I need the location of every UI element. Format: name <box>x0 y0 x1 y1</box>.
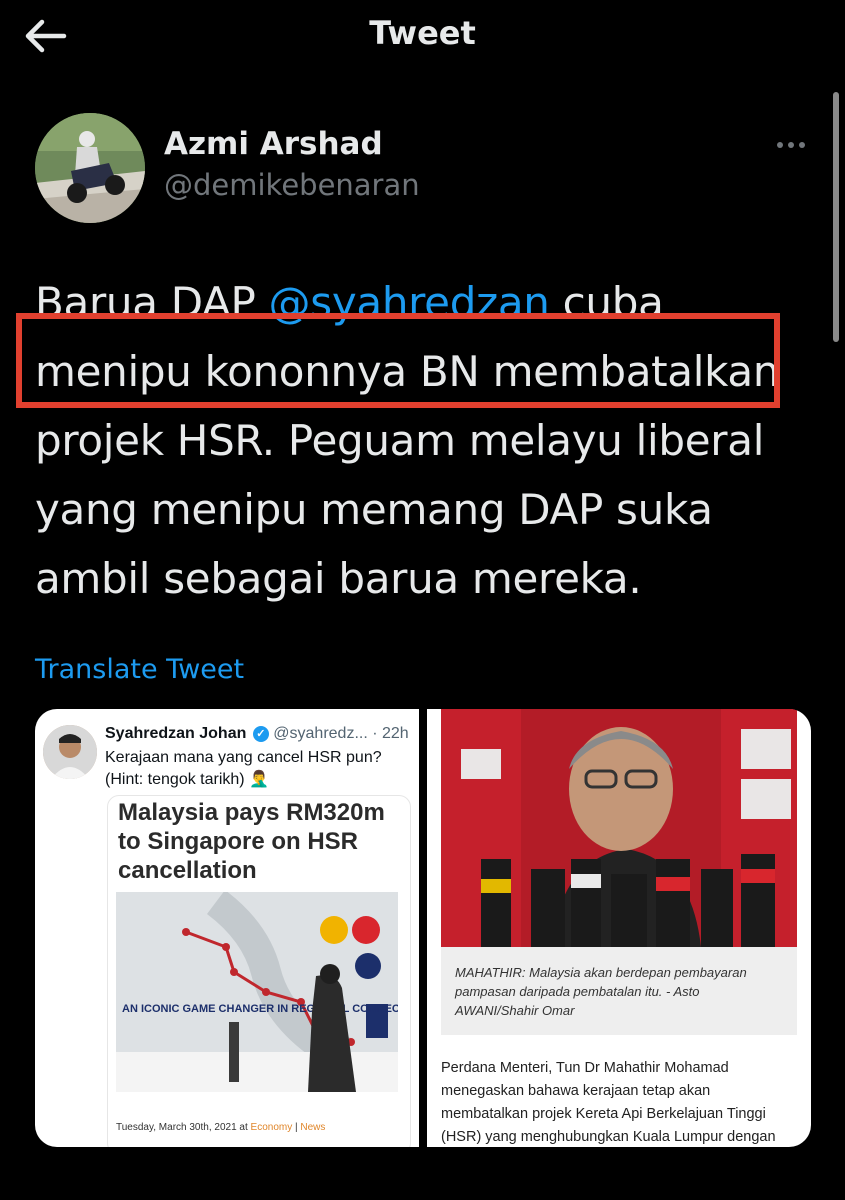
scrollbar[interactable] <box>833 92 839 342</box>
article-category: Economy <box>250 1122 293 1133</box>
page-title: Tweet <box>369 14 476 52</box>
photo-heading: AN ICONIC GAME CHANGER IN REGIONAL CONNE… <box>122 1003 398 1015</box>
highlight-annotation-box <box>16 313 780 408</box>
article-photo: AN ICONIC GAME CHANGER IN REGIONAL CONNE… <box>116 892 398 1092</box>
tweet-line-5: ambil sebagai barua mereka. <box>35 554 642 603</box>
more-options-icon[interactable] <box>772 130 812 160</box>
author-handle[interactable]: @demikebenaran <box>164 168 420 202</box>
avatar-photo <box>35 113 145 223</box>
article-card: Malaysia pays RM320m to Singapore on HSR… <box>107 795 411 1147</box>
author-name[interactable]: Azmi Arshad <box>164 126 383 162</box>
article-date: Tuesday, March 30th, 2021 at <box>116 1122 251 1133</box>
author-avatar[interactable] <box>35 113 145 223</box>
article-meta: Tuesday, March 30th, 2021 at Economy | N… <box>116 1122 325 1133</box>
tweet-line-3: projek HSR. Peguam melayu liberal <box>35 416 765 465</box>
quoted-time: · 22h <box>372 725 409 742</box>
translate-tweet-link[interactable]: Translate Tweet <box>35 654 244 685</box>
news-photo <box>441 709 797 947</box>
quoted-text-line-2: (Hint: tengok tarikh) 🤦‍♂️ <box>105 771 269 788</box>
top-bar: Tweet <box>0 0 845 72</box>
media-image-2[interactable]: MAHATHIR: Malaysia akan berdepan pembaya… <box>427 709 811 1147</box>
article-title: Malaysia pays RM320m to Singapore on HSR… <box>118 799 385 884</box>
tweet-line-4: yang menipu memang DAP suka <box>35 485 713 534</box>
tweet-media[interactable]: Syahredzan Johan ✓ @syahredz... · 22h Ke… <box>35 709 811 1147</box>
quoted-avatar <box>43 725 97 779</box>
quoted-handle: @syahredz... <box>273 725 368 742</box>
article-category-2: News <box>300 1122 326 1133</box>
photo-caption: MAHATHIR: Malaysia akan berdepan pembaya… <box>441 947 797 1035</box>
quoted-author: Syahredzan Johan ✓ @syahredz... · 22h <box>105 725 409 743</box>
verified-badge-icon: ✓ <box>252 726 269 742</box>
quoted-author-name: Syahredzan Johan <box>105 725 247 742</box>
quoted-text-line-1: Kerajaan mana yang cancel HSR pun? <box>105 749 382 766</box>
news-body-text: Perdana Menteri, Tun Dr Mahathir Mohamad… <box>441 1060 776 1145</box>
media-image-1[interactable]: Syahredzan Johan ✓ @syahredz... · 22h Ke… <box>35 709 419 1147</box>
